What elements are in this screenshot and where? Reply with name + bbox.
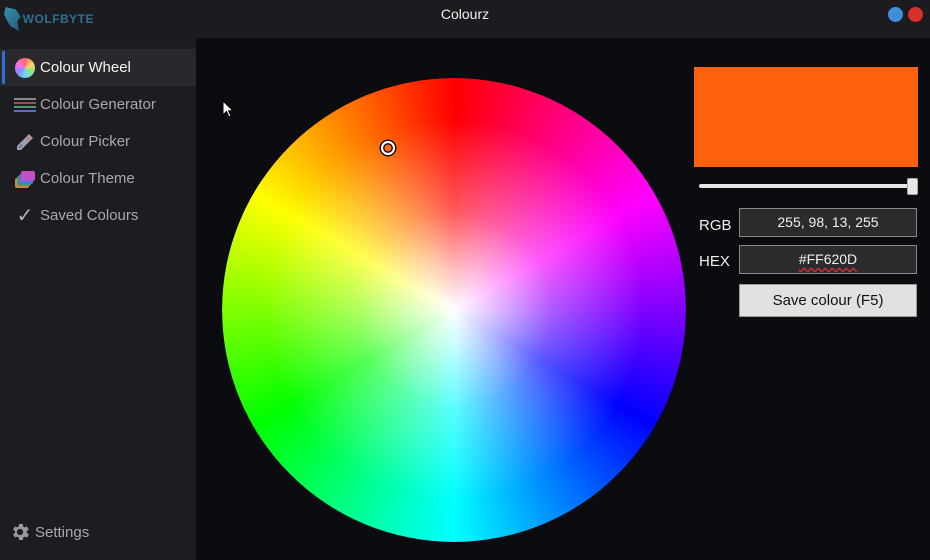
eyedropper-icon [14, 131, 36, 153]
sidebar-item-colour-picker[interactable]: Colour Picker [0, 123, 196, 160]
sidebar-item-colour-wheel[interactable]: Colour Wheel [0, 49, 196, 86]
colour-selector-handle[interactable] [381, 141, 395, 155]
sidebar-item-label: Saved Colours [40, 207, 139, 224]
sidebar: Colour Wheel Colour Generator Colour Pic… [0, 38, 196, 560]
colour-wheel-icon [14, 57, 36, 79]
hex-value: #FF620D [798, 251, 858, 267]
checkmark-icon: ✓ [16, 204, 34, 227]
sidebar-item-saved-colours[interactable]: ✓ Saved Colours [0, 197, 196, 234]
close-button[interactable] [908, 7, 923, 22]
sidebar-item-label: Colour Generator [40, 96, 156, 113]
hex-field[interactable]: #FF620D [739, 245, 917, 274]
colour-preview-swatch [694, 67, 918, 167]
colour-theme-icon [14, 168, 36, 190]
colour-wheel[interactable] [222, 78, 686, 542]
settings-label: Settings [35, 523, 90, 541]
rgb-label: RGB [699, 217, 732, 234]
sidebar-item-label: Colour Wheel [40, 59, 131, 76]
alpha-slider-track[interactable] [699, 184, 909, 188]
mouse-cursor-icon [222, 100, 234, 118]
alpha-slider-thumb[interactable] [907, 178, 918, 195]
colour-generator-icon [14, 94, 36, 116]
sidebar-item-label: Colour Theme [40, 170, 135, 187]
gear-icon [13, 524, 29, 540]
sidebar-item-label: Colour Picker [40, 133, 131, 150]
sidebar-item-colour-generator[interactable]: Colour Generator [0, 86, 196, 123]
rgb-field[interactable]: 255, 98, 13, 255 [739, 208, 917, 237]
save-colour-button[interactable]: Save colour (F5) [739, 284, 917, 317]
sidebar-item-colour-theme[interactable]: Colour Theme [0, 160, 196, 197]
saturation-overlay [222, 78, 686, 542]
minimize-button[interactable] [888, 7, 903, 22]
title-bar: WOLFBYTE Colourz [0, 0, 930, 38]
hex-label: HEX [699, 253, 730, 270]
window-title: Colourz [440, 6, 490, 22]
settings-button[interactable]: Settings [0, 512, 196, 552]
